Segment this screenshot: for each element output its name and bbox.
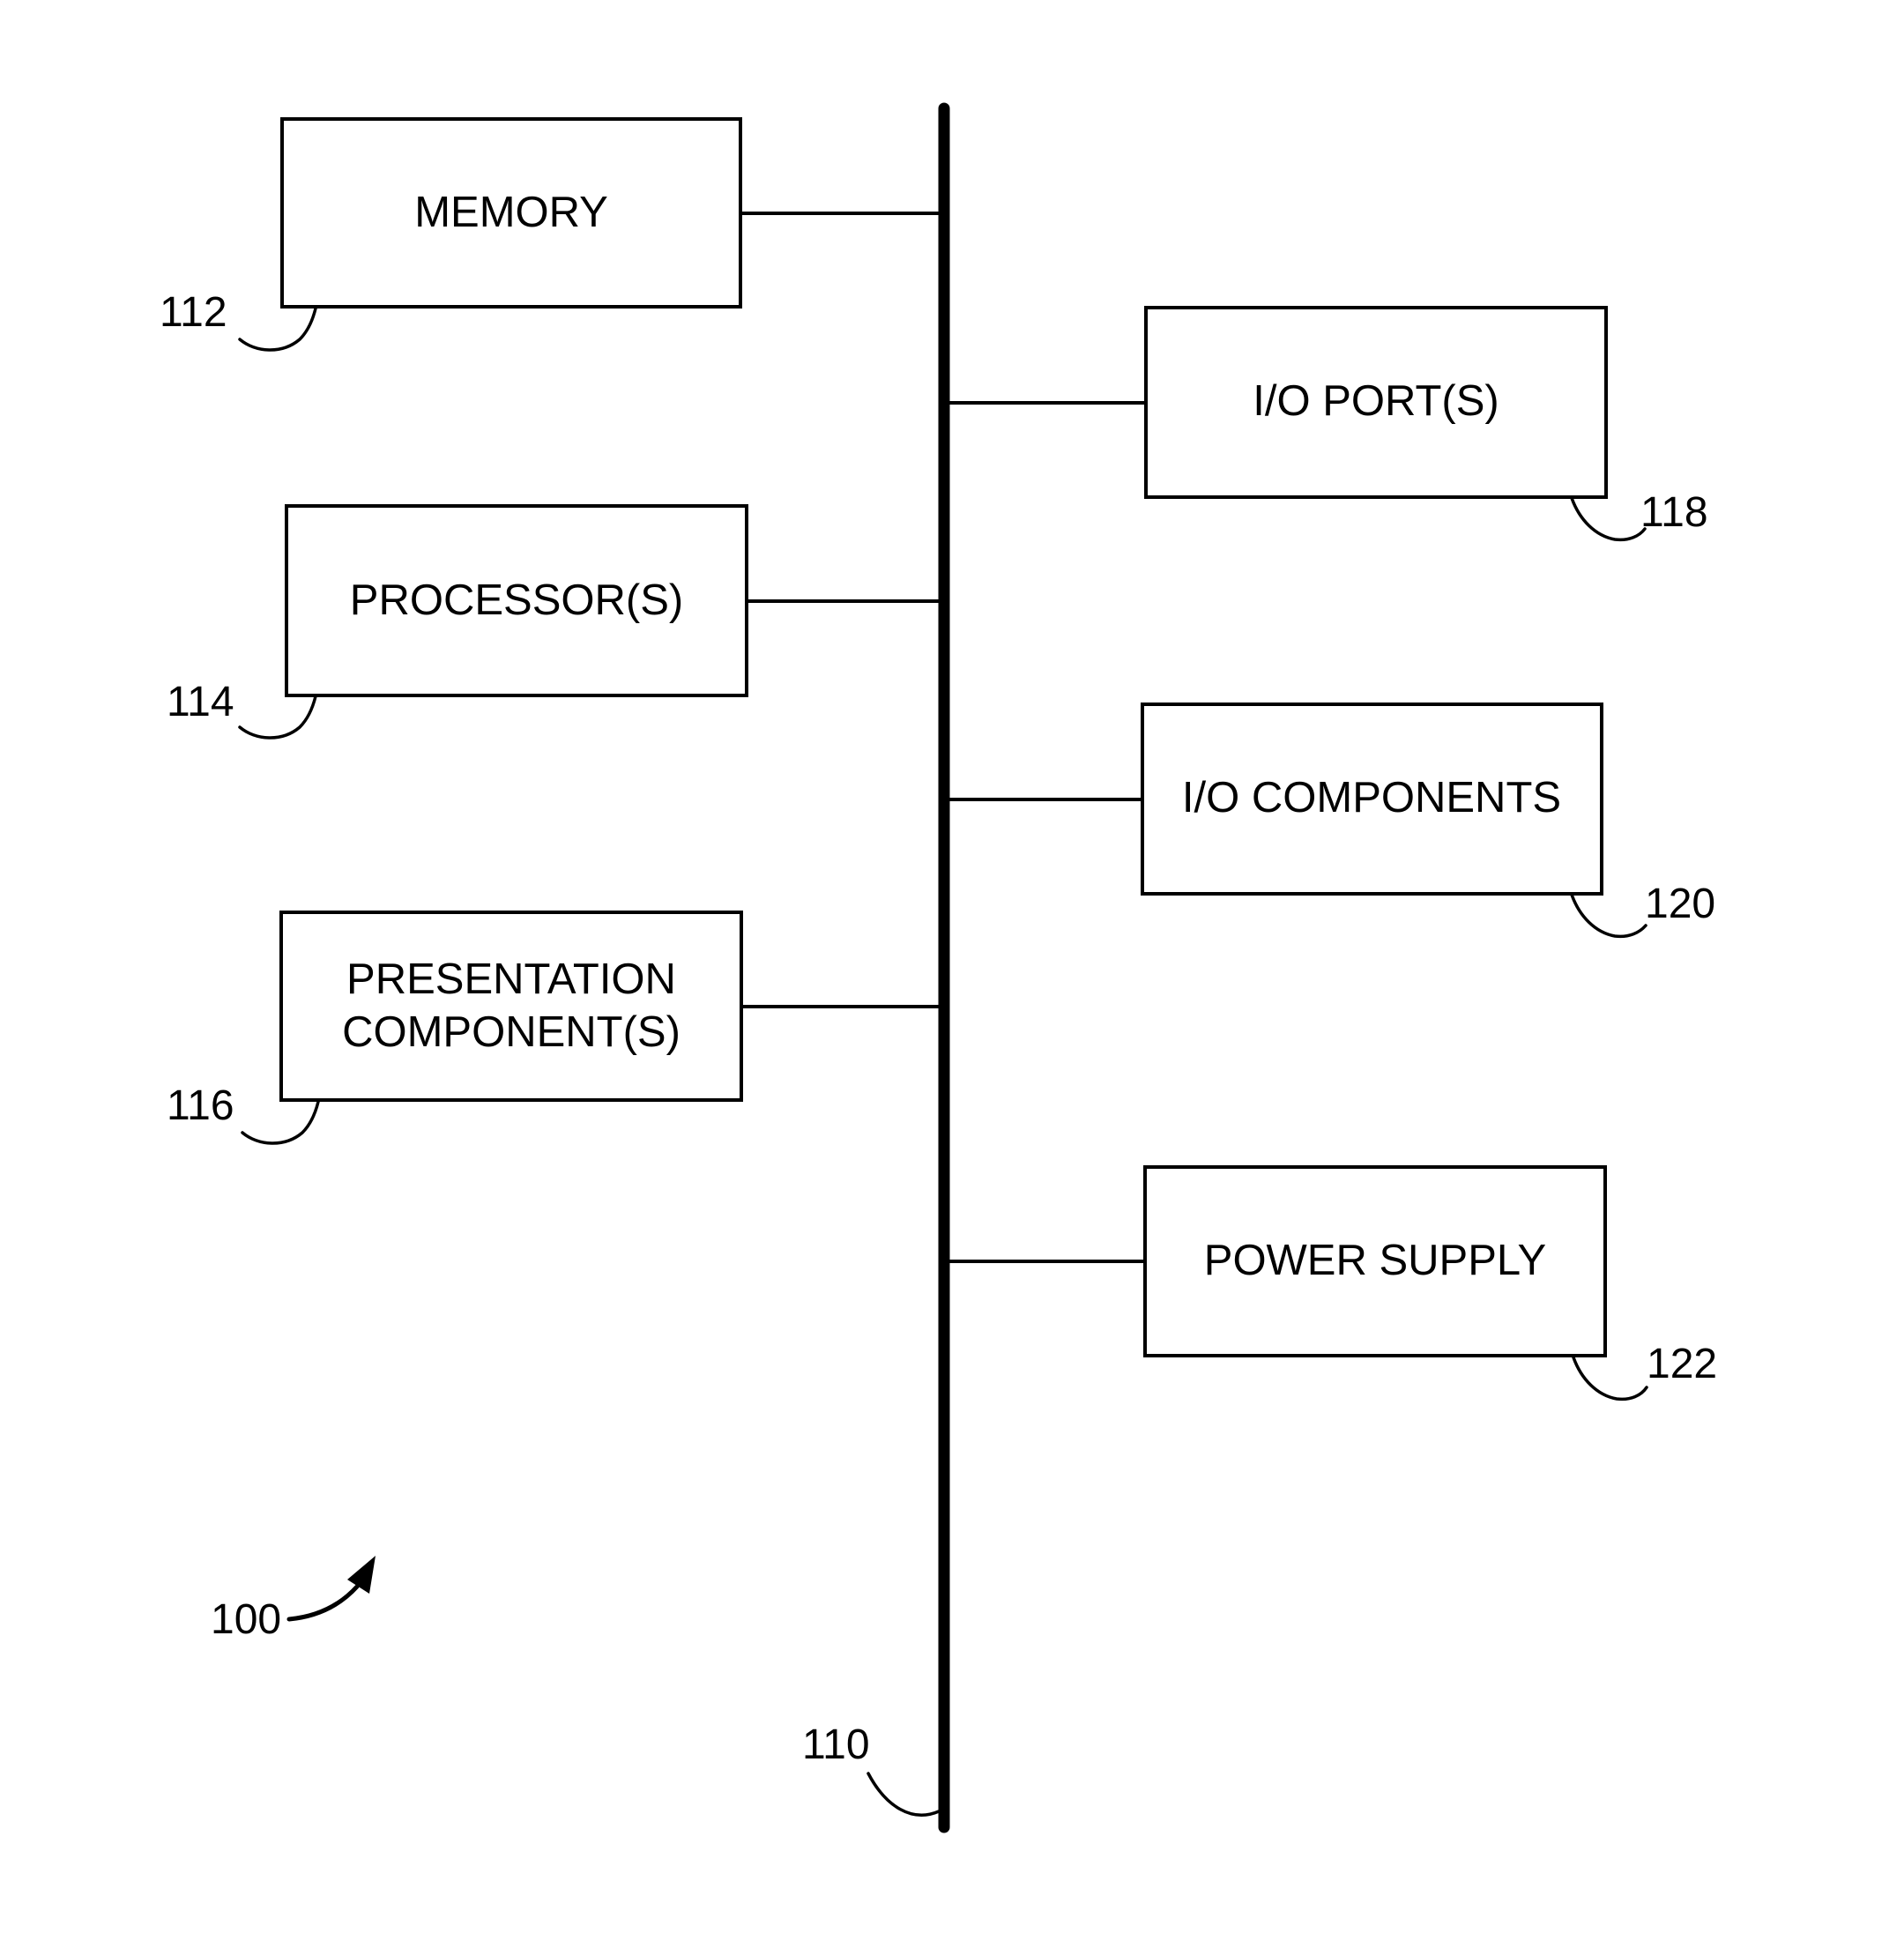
figure-reference-arrow-shaft [286,1584,360,1622]
presentation-box [279,911,743,1102]
memory-reference-numeral: 112 [160,289,227,336]
arrowhead-icon [347,1556,376,1594]
memory-label: MEMORY [414,189,608,236]
io-ports-reference-numeral: 118 [1640,489,1708,536]
power-supply-leader-line [1572,1356,1648,1401]
presentation-label-line-1: PRESENTATION [346,955,676,1003]
bus-reference-numeral: 110 [802,1721,870,1768]
io-components-leader-line [1570,893,1647,939]
processors-reference-numeral: 114 [167,679,234,725]
figure-reference-numeral: 100 [211,1596,281,1643]
io-components-label: I/O COMPONENTS [1182,774,1561,822]
io-components-reference-numeral: 120 [1645,881,1715,927]
processors-leader-line [238,695,317,740]
processors-block: PROCESSOR(S) 114 [167,504,940,740]
presentation-block: PRESENTATION COMPONENT(S) 116 [167,911,940,1145]
presentation-leader-line [241,1100,320,1145]
io-ports-block: I/O PORT(S) 118 [948,306,1708,542]
presentation-reference-numeral: 116 [167,1082,234,1129]
bus-leader-line [866,1772,941,1817]
io-ports-label: I/O PORT(S) [1253,377,1499,425]
presentation-label-line-2: COMPONENT(S) [342,1008,681,1056]
power-supply-reference-numeral: 122 [1647,1341,1717,1387]
block-diagram: 110 MEMORY 112 PROCESSOR(S) 114 PRESENTA… [160,102,1717,1833]
processors-label: PROCESSOR(S) [350,576,683,624]
figure-reference: 100 [211,1556,376,1643]
memory-leader-line [238,307,317,352]
power-supply-label: POWER SUPPLY [1204,1237,1546,1284]
power-supply-block: POWER SUPPLY 122 [948,1165,1717,1401]
io-components-block: I/O COMPONENTS 120 [948,703,1715,939]
memory-block: MEMORY 112 [160,117,940,352]
io-ports-leader-line [1570,496,1647,542]
